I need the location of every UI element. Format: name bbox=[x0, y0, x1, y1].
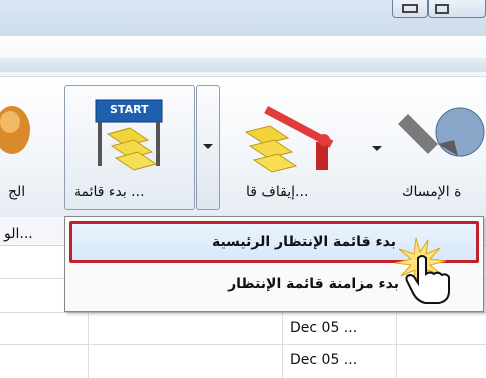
start-queue-dropdown-button[interactable] bbox=[196, 85, 220, 210]
menu-item-label: بدء مزامنة قائمة الإنتظار bbox=[228, 276, 399, 292]
ribbon-item-left-label: الج bbox=[8, 184, 26, 200]
hold-label: ة الإمساك bbox=[402, 184, 462, 200]
grid-line bbox=[396, 312, 397, 378]
stop-queue-label: ...إيقاف قا bbox=[246, 184, 309, 200]
chevron-down-icon bbox=[203, 144, 213, 149]
menu-item-label: بدء قائمة الإنتظار الرئيسية bbox=[211, 234, 396, 250]
start-queue-label: ... بدء قائمة bbox=[74, 184, 145, 200]
nav-strip bbox=[0, 58, 486, 72]
maximize-button[interactable] bbox=[428, 0, 486, 18]
start-queue-icon: START bbox=[86, 94, 176, 174]
grid-line bbox=[88, 312, 89, 378]
hand-cursor-icon bbox=[392, 236, 462, 306]
minimize-button[interactable] bbox=[392, 0, 428, 18]
hold-icon bbox=[398, 92, 486, 172]
grid-cell-date: Dec 05 ... bbox=[290, 320, 358, 336]
grid-line bbox=[0, 312, 486, 313]
start-sign-text: START bbox=[110, 103, 149, 116]
stop-queue-dropdown-icon[interactable] bbox=[372, 146, 382, 151]
ribbon-item-left[interactable] bbox=[0, 92, 40, 162]
person-icon bbox=[0, 106, 30, 154]
grid-line bbox=[282, 312, 283, 378]
grid-line bbox=[0, 344, 486, 345]
stop-queue-icon bbox=[232, 94, 352, 174]
grid-cell-date: Dec 05 ... bbox=[290, 352, 358, 368]
grid-header-cell: ...الو bbox=[4, 226, 33, 242]
minimize-icon bbox=[402, 4, 418, 13]
maximize-icon bbox=[435, 4, 449, 14]
